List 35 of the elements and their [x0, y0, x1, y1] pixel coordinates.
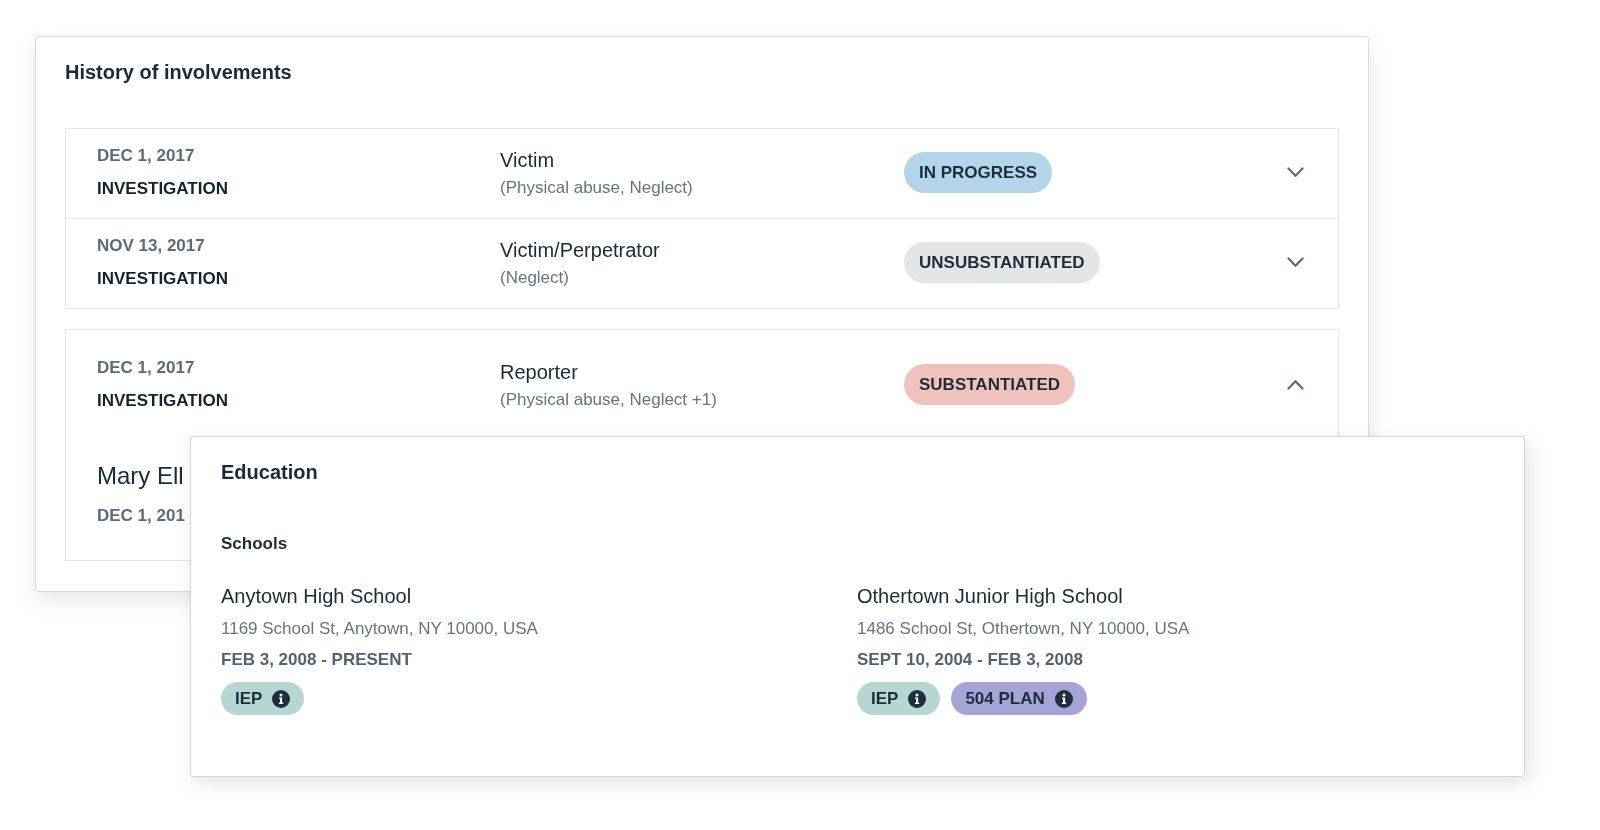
role-text: Victim/Perpetrator [500, 238, 660, 262]
info-icon[interactable] [272, 689, 291, 708]
chevron-down-icon[interactable] [1287, 257, 1304, 268]
date-text: DEC 1, 201 [97, 505, 185, 527]
date-text: NOV 13, 2017 [97, 235, 205, 257]
reasons-text: (Physical abuse, Neglect) [500, 177, 693, 199]
status-badge: IN PROGRESS [904, 152, 1053, 193]
card-title: History of involvements [65, 60, 293, 84]
chevron-up-icon[interactable] [1287, 379, 1304, 390]
type-text: INVESTIGATION [97, 178, 228, 200]
tag-label: IEP [235, 688, 263, 709]
date-text: DEC 1, 2017 [97, 145, 195, 167]
school-name: Othertown Junior High School [857, 584, 1123, 609]
type-text: INVESTIGATION [97, 268, 228, 290]
chevron-down-icon[interactable] [1287, 167, 1304, 178]
reasons-text: (Physical abuse, Neglect +1) [500, 389, 717, 411]
role-text: Victim [500, 148, 555, 172]
role-text: Reporter [500, 360, 578, 384]
date-range-text: SEPT 10, 2004 - FEB 3, 2008 [857, 649, 1083, 671]
type-text: INVESTIGATION [97, 390, 228, 412]
section-heading: Schools [221, 533, 289, 555]
reasons-text: (Neglect) [500, 267, 569, 289]
info-icon[interactable] [1054, 689, 1073, 708]
tag-label: 504 PLAN [965, 688, 1045, 709]
school-name: Anytown High School [221, 584, 412, 609]
date-text: DEC 1, 2017 [97, 357, 195, 379]
status-badge: SUBSTANTIATED [904, 364, 1076, 405]
date-range-text: FEB 3, 2008 - PRESENT [221, 649, 412, 671]
info-icon[interactable] [908, 689, 927, 708]
status-badge: UNSUBSTANTIATED [904, 242, 1100, 283]
address-text: 1169 School St, Anytown, NY 10000, USA [221, 618, 538, 640]
card-title: Education [221, 460, 319, 484]
address-text: 1486 School St, Othertown, NY 10000, USA [857, 618, 1190, 640]
tag-label: IEP [871, 688, 899, 709]
person-name: Mary Ell [97, 461, 184, 491]
